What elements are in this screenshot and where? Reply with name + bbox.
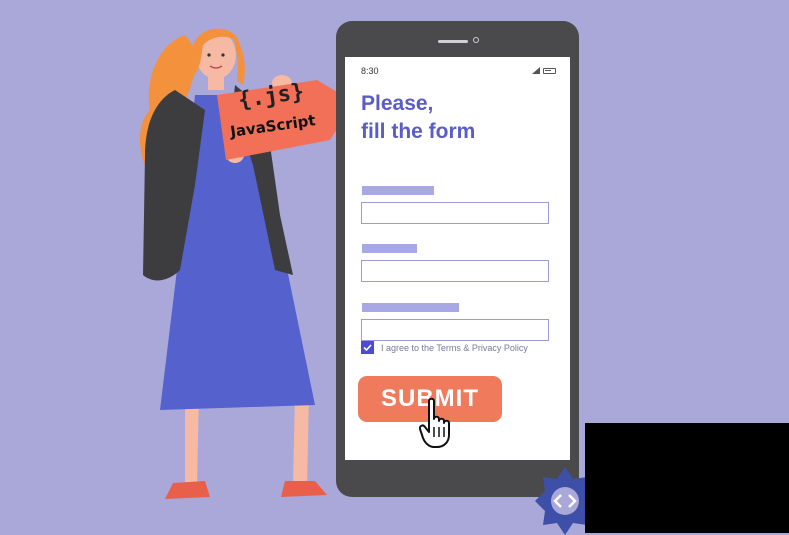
- camera-icon: [473, 37, 479, 43]
- illustration-stage: {.js} JavaScript 8:30 Please, fill the f…: [0, 0, 789, 535]
- form-heading-line2: fill the form: [361, 120, 476, 143]
- status-icons: [532, 67, 556, 74]
- form-heading: Please, fill the form: [361, 90, 561, 146]
- agree-checkbox[interactable]: [361, 341, 374, 354]
- field-label-3: [362, 303, 459, 312]
- form-field-3[interactable]: [361, 319, 549, 341]
- status-time: 8:30: [361, 66, 379, 76]
- battery-icon: [543, 67, 556, 74]
- form-field-2[interactable]: [361, 260, 549, 282]
- pointer-hand-icon: [419, 397, 450, 448]
- field-label-2: [362, 244, 417, 253]
- agree-label: I agree to the Terms & Privacy Policy: [381, 342, 528, 353]
- signal-icon: [532, 67, 540, 74]
- black-overlay: [585, 423, 789, 533]
- form-heading-line1: Please,: [361, 92, 434, 115]
- agree-row[interactable]: I agree to the Terms & Privacy Policy: [361, 341, 528, 354]
- check-icon: [363, 344, 372, 352]
- form-field-1[interactable]: [361, 202, 549, 224]
- field-label-1: [362, 186, 434, 195]
- phone-speaker: [438, 40, 468, 43]
